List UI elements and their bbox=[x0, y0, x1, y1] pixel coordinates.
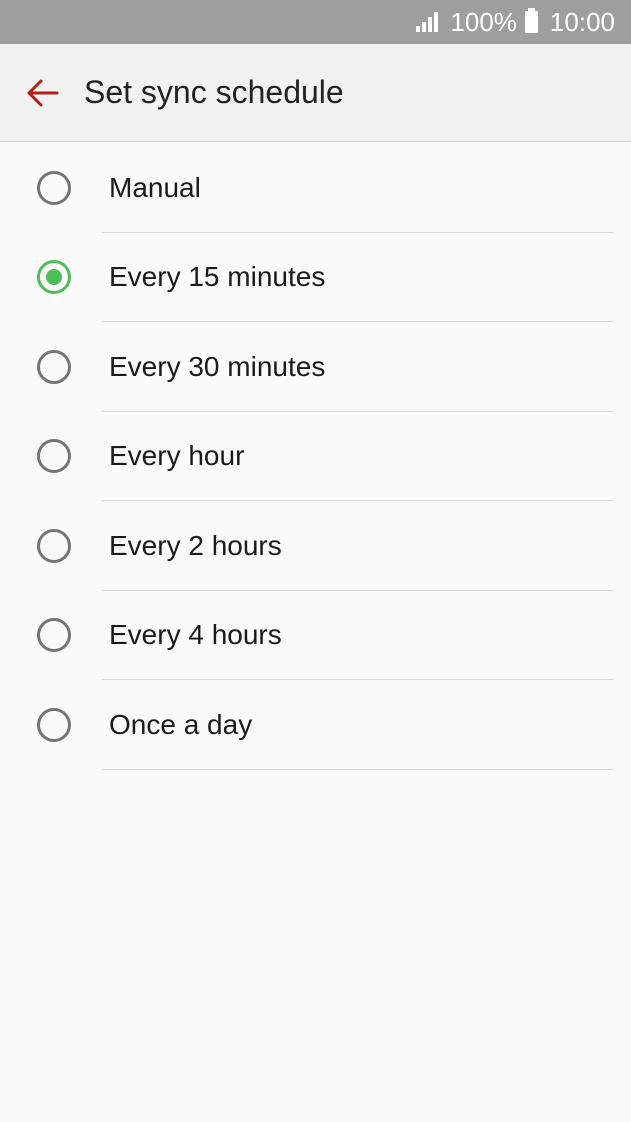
signal-icon bbox=[416, 12, 440, 32]
back-button[interactable] bbox=[0, 44, 86, 142]
radio-button[interactable] bbox=[37, 618, 71, 653]
radio-button[interactable] bbox=[37, 349, 71, 384]
option-label: Every 4 hours bbox=[109, 619, 282, 651]
radio-button-checked[interactable] bbox=[37, 260, 71, 295]
arrow-back-icon bbox=[27, 79, 59, 106]
sync-schedule-options: Manual Every 15 minutes Every 30 minutes… bbox=[0, 143, 631, 770]
option-label: Once a day bbox=[109, 708, 253, 740]
option-manual[interactable]: Manual bbox=[0, 143, 631, 233]
option-label: Every hour bbox=[109, 440, 245, 472]
option-every-4-hours[interactable]: Every 4 hours bbox=[0, 591, 631, 681]
option-every-hour[interactable]: Every hour bbox=[0, 412, 631, 502]
option-label: Every 15 minutes bbox=[109, 261, 326, 293]
option-label: Manual bbox=[109, 171, 201, 203]
option-every-15-minutes[interactable]: Every 15 minutes bbox=[0, 233, 631, 323]
option-every-30-minutes[interactable]: Every 30 minutes bbox=[0, 322, 631, 412]
radio-button[interactable] bbox=[37, 528, 71, 563]
radio-button[interactable] bbox=[37, 707, 71, 742]
page-title: Set sync schedule bbox=[84, 74, 344, 110]
battery-percent: 100% bbox=[450, 6, 517, 37]
status-bar: 100% 10:00 bbox=[0, 0, 631, 44]
option-once-a-day[interactable]: Once a day bbox=[0, 680, 631, 770]
app-bar: Set sync schedule bbox=[0, 44, 631, 142]
radio-button[interactable] bbox=[37, 439, 71, 474]
option-label: Every 2 hours bbox=[109, 529, 282, 561]
radio-button[interactable] bbox=[37, 170, 71, 205]
option-label: Every 30 minutes bbox=[109, 350, 326, 382]
option-every-2-hours[interactable]: Every 2 hours bbox=[0, 501, 631, 591]
status-time: 10:00 bbox=[549, 6, 615, 37]
battery-icon bbox=[524, 8, 538, 33]
